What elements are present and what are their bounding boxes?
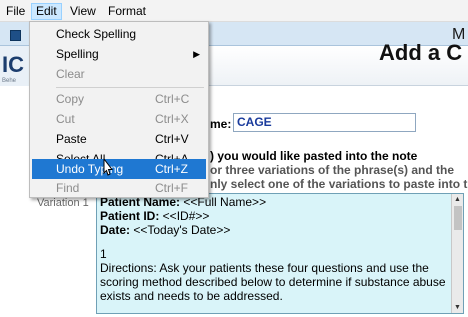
logo: IC Behe [0,46,30,86]
editor-line: Date: <<Today's Date>> [100,223,452,237]
page-title: Add a C [379,40,463,65]
variation-label: Variation 1 [37,197,89,209]
menu-item-cut[interactable]: Cut Ctrl+X [32,109,206,129]
field-value: <<ID#>> [159,209,210,223]
menu-item-label: Check Spelling [56,27,137,41]
menu-format[interactable]: Format [104,3,150,20]
name-label: me: [210,117,232,131]
window-icon[interactable] [10,30,21,41]
menu-item-spelling[interactable]: Spelling ▶ [32,44,206,64]
field-value: <<Today's Date>> [130,223,231,237]
scroll-up-icon[interactable]: ▲ [452,194,463,205]
menu-bar: File Edit View Format [0,0,468,22]
instruction-line-2: or three variations of the phrase(s) and… [210,163,455,177]
menu-item-shortcut: Ctrl+V [155,132,189,146]
editor-line: Patient ID: <<ID#>> [100,209,452,223]
menu-item-label: Spelling [56,47,99,61]
menu-item-find[interactable]: Find Ctrl+F [32,178,206,198]
logo-subtitle: Behe [2,78,17,84]
menu-item-label: Clear [56,67,85,81]
chevron-right-icon: ▶ [193,49,200,59]
menu-file[interactable]: File [2,3,29,20]
menu-item-shortcut: Ctrl+C [155,92,190,106]
text-cursor-line: 1 [100,247,107,261]
scroll-down-icon[interactable]: ▼ [452,302,463,313]
menu-item-label: Copy [56,92,85,106]
menu-item-label: Find [56,181,80,195]
menu-item-label: Paste [56,132,87,146]
menu-item-copy[interactable]: Copy Ctrl+C [32,89,206,109]
note-editor[interactable]: Patient Name: <<Full Name>> Patient ID: … [96,193,464,314]
directions-paragraph: Directions: Ask your patients these four… [100,261,446,303]
menu-item-label: Cut [56,112,75,126]
menu-view[interactable]: View [66,3,100,20]
menu-item-check-spelling[interactable]: Check Spelling [32,24,206,44]
menu-edit[interactable]: Edit [31,3,62,20]
instruction-line-1: ) you would like pasted into the note [210,149,418,163]
menu-item-shortcut: Ctrl+X [155,112,189,126]
editor-scrollbar[interactable]: ▲ ▼ [451,194,463,313]
menu-item-shortcut: Ctrl+F [155,181,188,195]
menu-item-shortcut: Ctrl+Z [155,162,188,176]
field-label: Date: [100,223,131,237]
menu-item-paste[interactable]: Paste Ctrl+V [32,129,206,149]
field-label: Patient ID: [100,209,160,223]
editor-content: Patient Name: <<Full Name>> Patient ID: … [100,195,452,303]
instruction-line-3: nly select one of the variations to past… [210,177,468,191]
name-field[interactable]: CAGE [233,113,416,132]
edit-menu-dropdown: Check Spelling Spelling ▶ Clear Copy Ctr… [29,21,209,198]
menu-item-undo-typing[interactable]: Undo Typing Ctrl+Z [32,159,206,179]
mouse-cursor-icon [103,158,114,176]
menu-item-clear[interactable]: Clear [32,64,206,84]
menu-separator [56,87,204,88]
logo-letters: IC [2,52,24,77]
scroll-thumb[interactable] [454,206,462,230]
